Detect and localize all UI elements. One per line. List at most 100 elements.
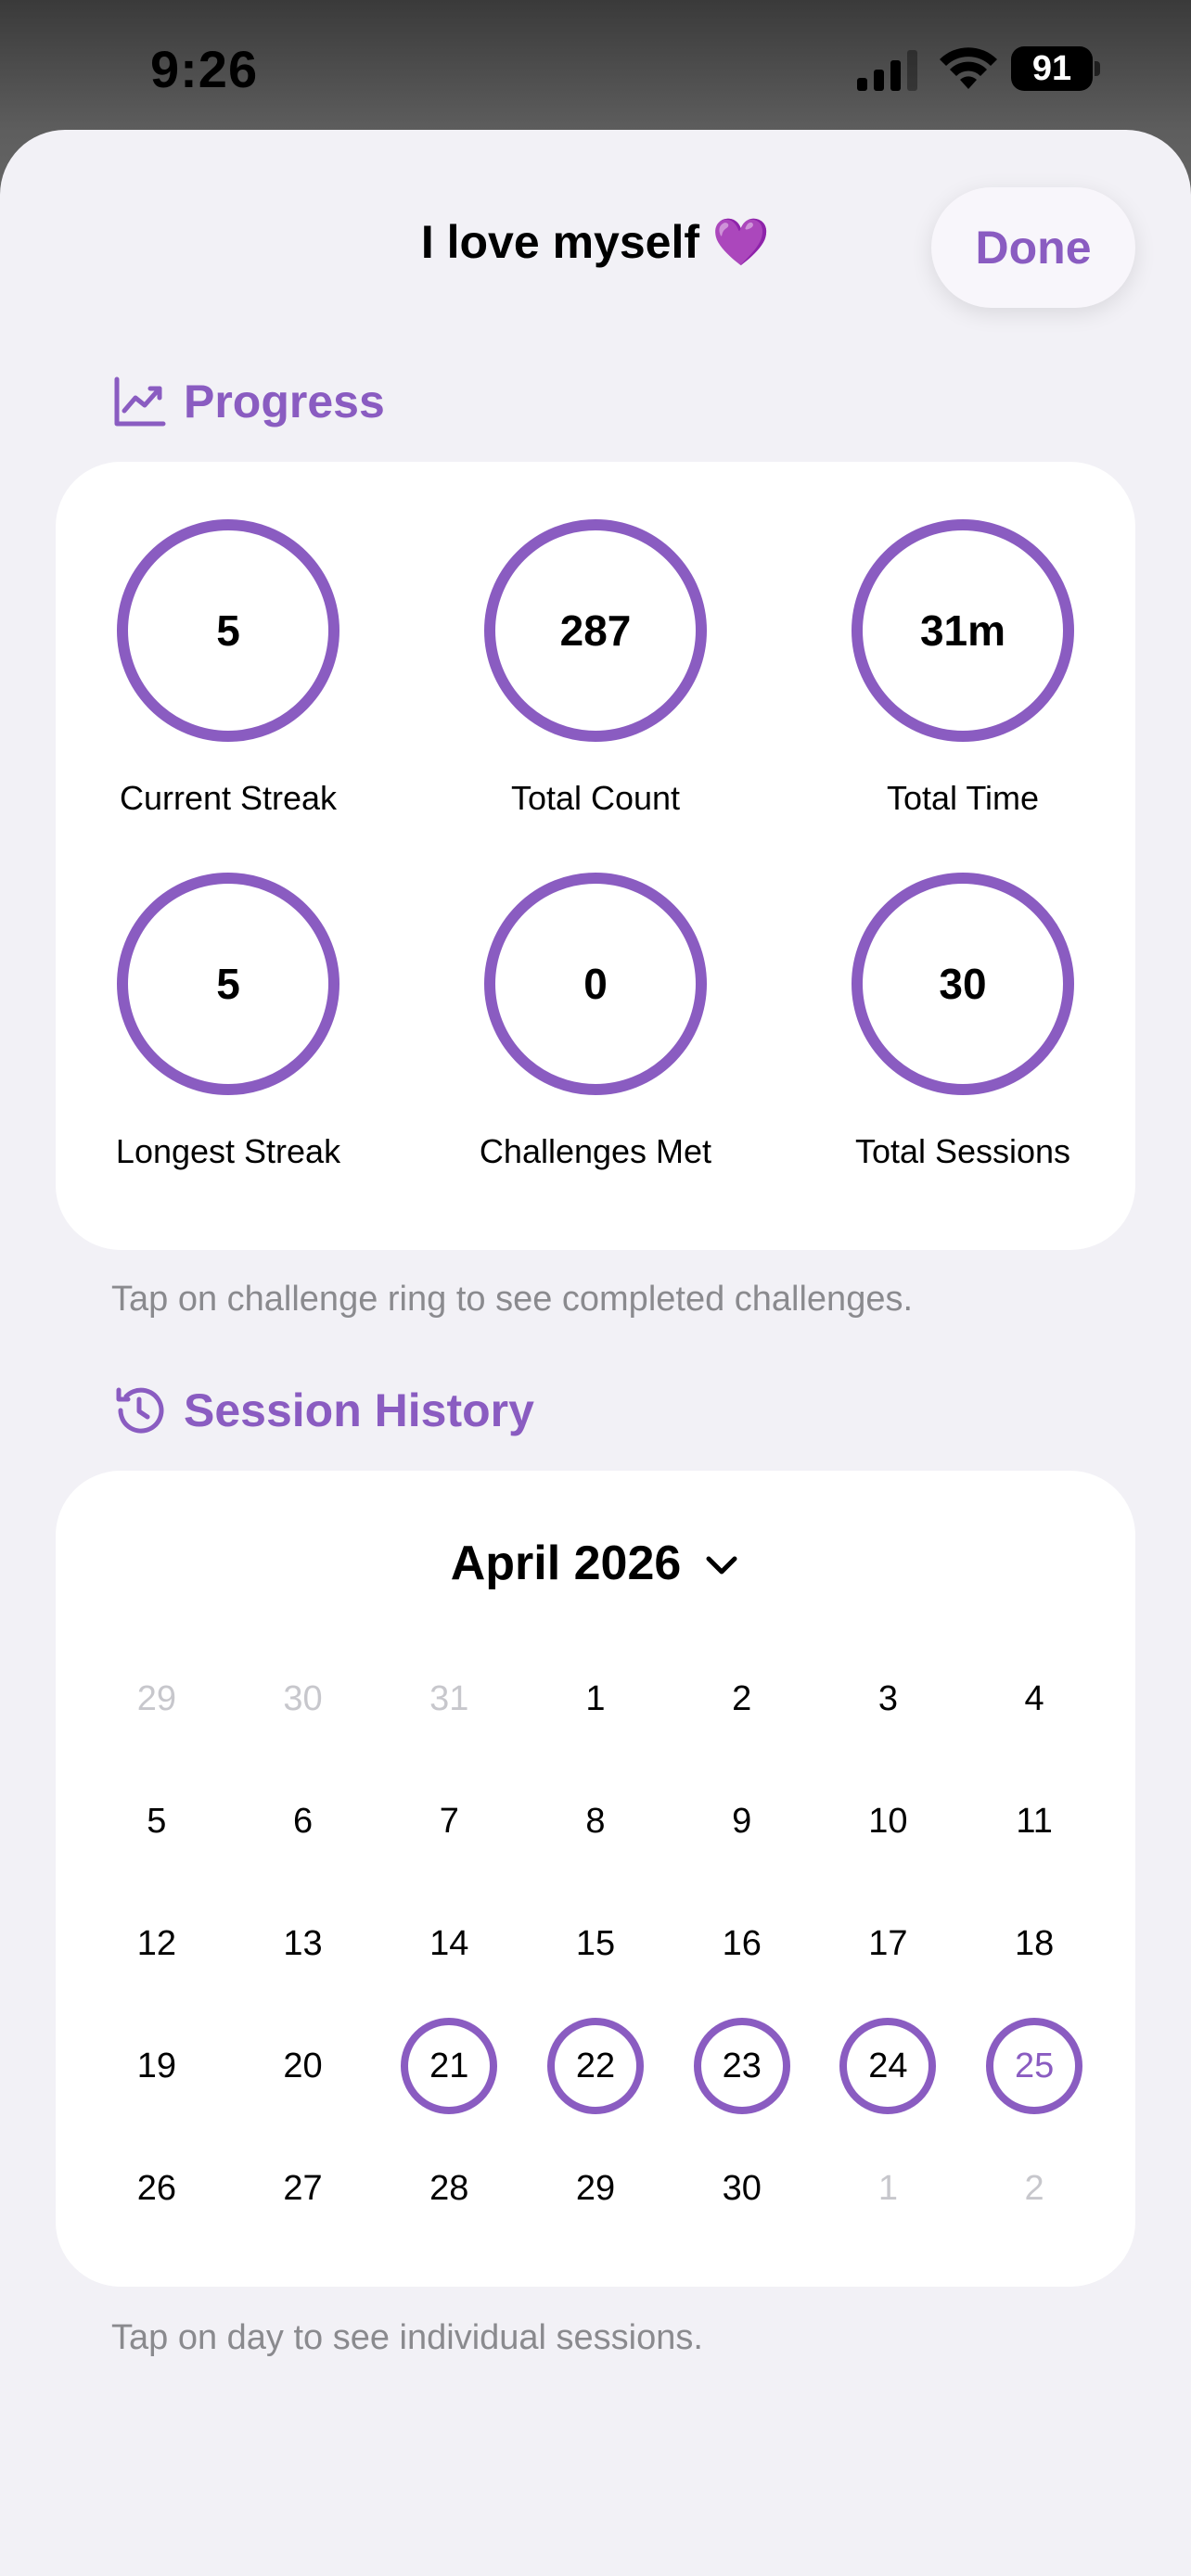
calendar-day-number: 9 — [732, 1801, 752, 1841]
calendar-day-with-session[interactable]: 22 — [522, 2005, 669, 2127]
stat-label: Current Streak — [119, 779, 338, 817]
calendar-day: 31 — [376, 1638, 522, 1760]
calendar-card: April 2026 29 30 31 1 2 3 4 5 6 7 8 9 10 11 12 13 14 15 16… — [56, 1471, 1135, 2287]
calendar-day-number: 30 — [283, 1678, 323, 1718]
calendar-day: 2 — [961, 2127, 1108, 2250]
progress-footnote: Tap on challenge ring to see completed c… — [111, 1280, 914, 1319]
calendar-day[interactable]: 4 — [961, 1638, 1108, 1760]
calendar-day[interactable]: 18 — [961, 1882, 1108, 2005]
stat-longest-streak[interactable]: 5 Longest Streak — [63, 873, 393, 1171]
calendar-day[interactable]: 5 — [83, 1760, 230, 1882]
calendar-day-number: 2 — [1024, 2168, 1044, 2208]
calendar-day-number: 14 — [429, 1923, 469, 1963]
stat-label: Challenges Met — [479, 1132, 712, 1170]
calendar-day[interactable]: 26 — [83, 2127, 230, 2250]
progress-card: 5 Current Streak 287 Total Count 31m Tot… — [56, 462, 1135, 1250]
stat-ring: 5 — [117, 873, 339, 1095]
calendar-day[interactable]: 14 — [376, 1882, 522, 2005]
calendar-day-number: 15 — [575, 1923, 616, 1963]
calendar-day[interactable]: 3 — [815, 1638, 962, 1760]
calendar-day-with-session[interactable]: 25 — [961, 2005, 1108, 2127]
calendar-day-number: 29 — [136, 1678, 176, 1718]
status-time: 9:26 — [150, 40, 259, 98]
calendar-day[interactable]: 2 — [669, 1638, 815, 1760]
calendar-day-number: 31 — [429, 1678, 469, 1718]
calendar-day[interactable]: 12 — [83, 1882, 230, 2005]
calendar-day-with-session[interactable]: 24 — [815, 2005, 962, 2127]
calendar-day-number: 26 — [136, 2168, 176, 2208]
calendar-day-number: 13 — [283, 1923, 323, 1963]
calendar-day[interactable]: 27 — [230, 2127, 377, 2250]
calendar-day-number: 2 — [732, 1678, 752, 1718]
calendar-day[interactable]: 13 — [230, 1882, 377, 2005]
stat-ring: 31m — [852, 519, 1074, 742]
done-button[interactable]: Done — [931, 187, 1135, 308]
calendar-day-number: 24 — [839, 2018, 937, 2114]
calendar-day[interactable]: 1 — [522, 1638, 669, 1760]
calendar-day-number: 1 — [585, 1678, 606, 1718]
calendar-day-number: 11 — [1016, 1801, 1053, 1841]
stat-label: Total Sessions — [854, 1132, 1071, 1170]
calendar-day[interactable]: 6 — [230, 1760, 377, 1882]
calendar-day: 1 — [815, 2127, 962, 2250]
calendar-day-number: 29 — [575, 2168, 616, 2208]
chart-line-icon — [114, 376, 166, 427]
calendar-day-number: 6 — [292, 1801, 314, 1841]
calendar-day-number: 10 — [868, 1801, 908, 1841]
stat-total-sessions[interactable]: 30 Total Sessions — [798, 873, 1128, 1171]
calendar-day[interactable]: 17 — [815, 1882, 962, 2005]
stat-challenges-met[interactable]: 0 Challenges Met — [430, 873, 761, 1171]
month-label: April 2026 — [450, 1537, 682, 1590]
calendar-day[interactable]: 16 — [669, 1882, 815, 2005]
calendar-day-number: 30 — [722, 2168, 762, 2208]
stat-label: Total Count — [510, 779, 681, 817]
stat-ring: 5 — [117, 519, 339, 742]
calendar-day-number: 25 — [986, 2018, 1083, 2114]
calendar-day-number: 8 — [585, 1801, 606, 1841]
calendar-day[interactable]: 8 — [522, 1760, 669, 1882]
stats-sheet: I love myself 💜 Done Progress 5 Current … — [0, 130, 1191, 2576]
calendar-day: 29 — [83, 1638, 230, 1760]
calendar-grid: 29 30 31 1 2 3 4 5 6 7 8 9 10 11 12 13 14 15 16 17 18 19 20 21 2… — [83, 1638, 1108, 2250]
calendar-day[interactable]: 10 — [815, 1760, 962, 1882]
calendar-day-number: 18 — [1014, 1923, 1055, 1963]
stat-ring: 287 — [484, 519, 707, 742]
progress-header: Progress — [111, 369, 385, 434]
status-bar: 9:26 91 — [0, 0, 1191, 132]
stat-total-time[interactable]: 31m Total Time — [798, 519, 1128, 818]
calendar-day[interactable]: 19 — [83, 2005, 230, 2127]
calendar-day-number: 17 — [868, 1923, 908, 1963]
wifi-icon — [940, 47, 997, 89]
calendar-day-with-session[interactable]: 23 — [669, 2005, 815, 2127]
battery-cap — [1095, 61, 1100, 76]
calendar-day-number: 16 — [722, 1923, 762, 1963]
calendar-day[interactable]: 9 — [669, 1760, 815, 1882]
calendar-day-number: 3 — [877, 1678, 898, 1718]
history-header: Session History — [111, 1378, 534, 1443]
calendar-day: 30 — [230, 1638, 377, 1760]
calendar-day[interactable]: 28 — [376, 2127, 522, 2250]
progress-header-label: Progress — [184, 376, 385, 427]
calendar-day-number: 23 — [693, 2018, 790, 2114]
stat-label: Longest Streak — [115, 1132, 341, 1170]
calendar-day-with-session[interactable]: 21 — [376, 2005, 522, 2127]
stat-ring: 0 — [484, 873, 707, 1095]
calendar-day-number: 19 — [136, 2046, 176, 2085]
calendar-day[interactable]: 15 — [522, 1882, 669, 2005]
clock-history-icon — [116, 1387, 164, 1434]
stat-total-count[interactable]: 287 Total Count — [430, 519, 761, 818]
month-picker[interactable]: April 2026 — [56, 1536, 1135, 1591]
calendar-day[interactable]: 20 — [230, 2005, 377, 2127]
battery-level: 91 — [1011, 46, 1093, 91]
stat-current-streak[interactable]: 5 Current Streak — [63, 519, 393, 818]
calendar-day[interactable]: 29 — [522, 2127, 669, 2250]
calendar-day-number: 4 — [1024, 1678, 1044, 1718]
calendar-day-number: 12 — [136, 1923, 176, 1963]
calendar-day-number: 21 — [401, 2018, 498, 2114]
calendar-day[interactable]: 11 — [961, 1760, 1108, 1882]
calendar-day[interactable]: 30 — [669, 2127, 815, 2250]
calendar-day-number: 20 — [283, 2046, 323, 2085]
calendar-day-number: 28 — [429, 2168, 469, 2208]
history-header-label: Session History — [184, 1384, 534, 1436]
calendar-day[interactable]: 7 — [376, 1760, 522, 1882]
